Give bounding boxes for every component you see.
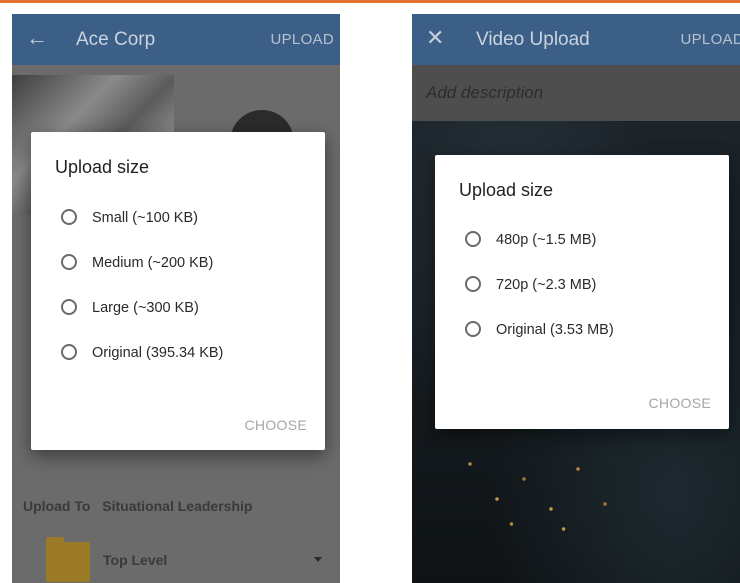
upload-button[interactable]: UPLOAD	[271, 31, 335, 48]
radio-button[interactable]	[465, 276, 481, 292]
video-preview-lights	[452, 444, 632, 544]
dialog-title: Upload size	[459, 180, 554, 200]
option-label: Small (~100 KB)	[92, 210, 198, 226]
option-480p[interactable]: 480p (~1.5 MB)	[465, 229, 705, 253]
radio-button[interactable]	[465, 321, 481, 337]
app-bar: ← Ace Corp UPLOAD	[12, 14, 340, 65]
option-small[interactable]: Small (~100 KB)	[61, 207, 301, 231]
option-label: 720p (~2.3 MB)	[496, 277, 597, 293]
option-label: Medium (~200 KB)	[92, 255, 214, 271]
folder-icon	[46, 537, 90, 582]
app-title: Video Upload	[476, 29, 590, 50]
radio-button[interactable]	[61, 299, 77, 315]
option-original[interactable]: Original (3.53 MB)	[465, 319, 705, 343]
description-field[interactable]: Add description	[412, 65, 740, 121]
option-medium[interactable]: Medium (~200 KB)	[61, 252, 301, 276]
top-accent-rule	[0, 0, 740, 3]
upload-size-dialog: Upload size 480p (~1.5 MB) 720p (~2.3 MB…	[435, 155, 729, 429]
app-bar: ✕ Video Upload UPLOAD	[412, 14, 740, 65]
radio-button[interactable]	[61, 209, 77, 225]
app-title: Ace Corp	[76, 29, 156, 50]
choose-button[interactable]: CHOOSE	[649, 395, 711, 411]
radio-button[interactable]	[465, 231, 481, 247]
option-720p[interactable]: 720p (~2.3 MB)	[465, 274, 705, 298]
option-large[interactable]: Large (~300 KB)	[61, 297, 301, 321]
option-original[interactable]: Original (395.34 KB)	[61, 342, 301, 366]
dialog-title: Upload size	[55, 157, 150, 177]
left-screen: ← Ace Corp UPLOAD Upload To Situational …	[12, 14, 340, 583]
option-label: 480p (~1.5 MB)	[496, 232, 597, 248]
upload-to-label: Upload To	[23, 498, 91, 514]
radio-button[interactable]	[61, 254, 77, 270]
dropdown-caret-icon[interactable]	[314, 557, 322, 562]
choose-button[interactable]: CHOOSE	[245, 417, 307, 433]
folder-selector[interactable]: Top Level	[46, 537, 336, 582]
description-placeholder: Add description	[426, 83, 544, 102]
radio-button[interactable]	[61, 344, 77, 360]
upload-to-row: Upload To Situational Leadership	[23, 498, 260, 514]
upload-size-dialog: Upload size Small (~100 KB) Medium (~200…	[31, 132, 325, 450]
option-label: Original (3.53 MB)	[496, 322, 614, 338]
option-label: Original (395.34 KB)	[92, 345, 224, 361]
upload-to-value: Situational Leadership	[102, 498, 253, 514]
option-label: Large (~300 KB)	[92, 300, 199, 316]
folder-label: Top Level	[103, 552, 168, 568]
upload-button[interactable]: UPLOAD	[681, 31, 740, 48]
close-icon[interactable]: ✕	[426, 27, 446, 49]
back-arrow-icon[interactable]: ←	[26, 27, 48, 49]
right-screen: ✕ Video Upload UPLOAD Add description Up…	[412, 14, 740, 583]
